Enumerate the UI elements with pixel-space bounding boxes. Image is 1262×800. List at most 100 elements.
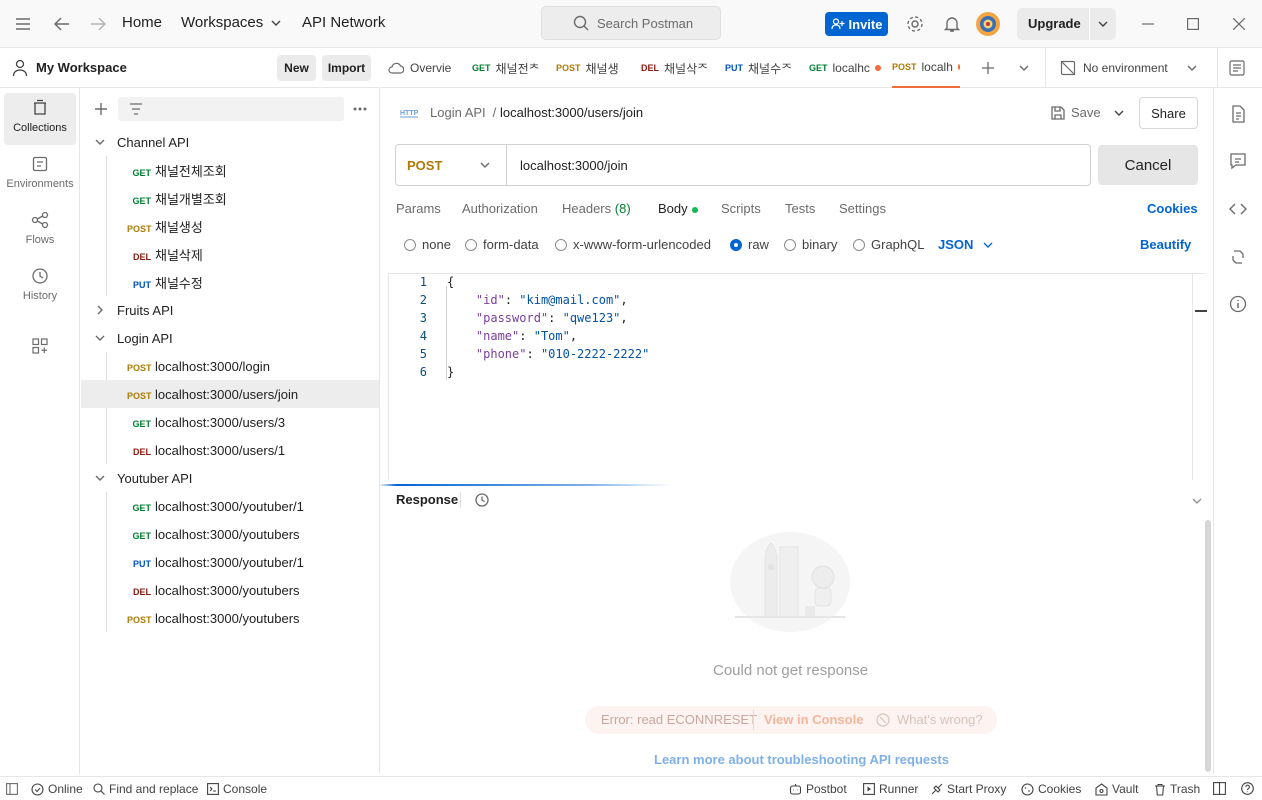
- view-in-console-link[interactable]: View in Console: [764, 712, 863, 727]
- tab-headers[interactable]: Headers (8): [562, 201, 631, 216]
- forward-arrow-icon[interactable]: [86, 12, 110, 36]
- new-button[interactable]: New: [277, 55, 316, 81]
- console-button[interactable]: Console: [207, 782, 267, 796]
- start-proxy-button[interactable]: Start Proxy: [931, 782, 1006, 796]
- filter-input[interactable]: [118, 97, 344, 121]
- import-button[interactable]: Import: [322, 55, 371, 81]
- settings-gear-icon[interactable]: [903, 12, 927, 36]
- info-icon[interactable]: [1228, 294, 1248, 314]
- hamburger-menu-icon[interactable]: [11, 12, 35, 36]
- request-tab[interactable]: DEL 채널삭ᄌ: [641, 48, 721, 88]
- body-mode-none[interactable]: none: [404, 237, 451, 252]
- request-tab[interactable]: GET localhc: [809, 48, 889, 88]
- layout-toggle-icon[interactable]: [1213, 782, 1226, 795]
- body-mode-binary[interactable]: binary: [784, 237, 837, 252]
- tab-params[interactable]: Params: [396, 201, 441, 216]
- rail-collections[interactable]: Collections: [4, 93, 76, 145]
- request-title[interactable]: localhost:3000/users/join: [500, 105, 643, 120]
- nav-home[interactable]: Home: [122, 14, 162, 31]
- tree-request[interactable]: GET localhost:3000/youtuber/1: [81, 492, 379, 520]
- tree-folder[interactable]: Channel API: [81, 128, 379, 156]
- close-window-icon[interactable]: [1227, 12, 1251, 36]
- tree-request[interactable]: POST 채널생성: [81, 212, 379, 240]
- tree-folder[interactable]: Fruits API: [81, 296, 379, 324]
- new-tab-icon[interactable]: [981, 61, 995, 75]
- tree-request[interactable]: DEL localhost:3000/users/1: [81, 436, 379, 464]
- editor-scrollbar[interactable]: [1192, 274, 1207, 480]
- save-button[interactable]: Save: [1046, 98, 1130, 128]
- cookies-button[interactable]: Cookies: [1021, 782, 1081, 796]
- chevron-down-icon[interactable]: [1098, 21, 1108, 27]
- collapse-chevron-icon[interactable]: [1192, 498, 1202, 504]
- share-button[interactable]: Share: [1139, 97, 1198, 129]
- tree-request[interactable]: GET 채널개별조회: [81, 184, 379, 212]
- tree-request[interactable]: GET localhost:3000/users/3: [81, 408, 379, 436]
- vault-button[interactable]: Vault: [1095, 782, 1138, 796]
- body-mode-form-data[interactable]: form-data: [465, 237, 539, 252]
- rail-add-apps[interactable]: [4, 332, 76, 362]
- tree-request[interactable]: DEL localhost:3000/youtubers: [81, 576, 379, 604]
- upgrade-button[interactable]: Upgrade: [1017, 8, 1116, 40]
- tree-folder[interactable]: Youtuber API: [81, 464, 379, 492]
- request-tab[interactable]: GET 채널전ᄎ: [472, 48, 552, 88]
- request-tab[interactable]: PUT 채널수ᄌ: [725, 48, 805, 88]
- code-icon[interactable]: [1228, 199, 1248, 219]
- tab-authorization[interactable]: Authorization: [462, 201, 538, 216]
- body-mode-raw[interactable]: raw: [730, 237, 769, 252]
- trash-button[interactable]: Trash: [1154, 782, 1200, 796]
- minimize-icon[interactable]: [1136, 12, 1160, 36]
- body-mode-graphql[interactable]: GraphQL: [853, 237, 924, 252]
- user-avatar-icon[interactable]: [975, 11, 1001, 37]
- tab-tests[interactable]: Tests: [785, 201, 815, 216]
- toggle-sidebar-icon[interactable]: [6, 783, 18, 795]
- tab-settings[interactable]: Settings: [839, 201, 886, 216]
- environment-quicklook-icon[interactable]: [1229, 60, 1245, 76]
- body-editor[interactable]: 1{2 "id": "kim@mail.com", 3 "password": "…: [388, 273, 1207, 480]
- tree-request[interactable]: POST localhost:3000/youtubers: [81, 604, 379, 632]
- response-scrollbar[interactable]: [1205, 520, 1211, 772]
- whats-wrong-link[interactable]: What's wrong?: [897, 712, 983, 727]
- chevron-down-icon[interactable]: [1114, 110, 1124, 116]
- workspace-title[interactable]: My Workspace: [36, 60, 127, 75]
- beautify-link[interactable]: Beautify: [1140, 237, 1191, 252]
- back-arrow-icon[interactable]: [50, 12, 74, 36]
- learn-more-link[interactable]: Learn more about troubleshooting API req…: [654, 752, 949, 767]
- tree-request[interactable]: PUT localhost:3000/youtuber/1: [81, 548, 379, 576]
- tree-request[interactable]: GET 채널전체조회: [81, 156, 379, 184]
- tab-body[interactable]: Body: [658, 201, 698, 216]
- cookies-link[interactable]: Cookies: [1147, 201, 1198, 216]
- comments-icon[interactable]: [1228, 151, 1248, 171]
- request-tab[interactable]: Overvie: [388, 48, 468, 88]
- environment-selector[interactable]: No environment: [1045, 48, 1217, 88]
- tabs-overflow-chevron-icon[interactable]: [1019, 65, 1029, 71]
- add-icon[interactable]: [94, 102, 108, 116]
- rail-environments[interactable]: Environments: [4, 149, 76, 201]
- nav-api-network[interactable]: API Network: [302, 14, 385, 31]
- tree-request[interactable]: DEL 채널삭제: [81, 240, 379, 268]
- rail-history[interactable]: History: [4, 261, 76, 313]
- request-tab[interactable]: POST 채널생: [556, 48, 636, 88]
- related-collections-icon[interactable]: [1228, 247, 1248, 267]
- maximize-icon[interactable]: [1181, 12, 1205, 36]
- request-tab[interactable]: POST localh: [892, 48, 960, 88]
- breadcrumb-collection[interactable]: Login API /: [430, 105, 496, 120]
- search-input[interactable]: Search Postman: [541, 6, 721, 40]
- tree-request[interactable]: POST localhost:3000/login: [81, 352, 379, 380]
- documentation-icon[interactable]: [1228, 104, 1248, 124]
- tab-scripts[interactable]: Scripts: [721, 201, 761, 216]
- rail-flows[interactable]: Flows: [4, 205, 76, 257]
- tree-request[interactable]: POST localhost:3000/users/join: [81, 380, 379, 408]
- body-mode-urlencoded[interactable]: x-www-form-urlencoded: [555, 237, 711, 252]
- tree-request[interactable]: GET localhost:3000/youtubers: [81, 520, 379, 548]
- notification-bell-icon[interactable]: [940, 12, 964, 36]
- tree-request[interactable]: PUT 채널수정: [81, 268, 379, 296]
- format-select[interactable]: JSON: [938, 237, 993, 252]
- help-icon[interactable]: [1241, 782, 1254, 795]
- online-status[interactable]: Online: [31, 782, 83, 796]
- find-replace-button[interactable]: Find and replace: [93, 782, 198, 796]
- nav-workspaces[interactable]: Workspaces: [181, 14, 281, 31]
- more-options-icon[interactable]: [353, 107, 367, 111]
- response-history-icon[interactable]: [474, 492, 490, 508]
- invite-button[interactable]: Invite: [825, 12, 888, 36]
- tree-folder[interactable]: Login API: [81, 324, 379, 352]
